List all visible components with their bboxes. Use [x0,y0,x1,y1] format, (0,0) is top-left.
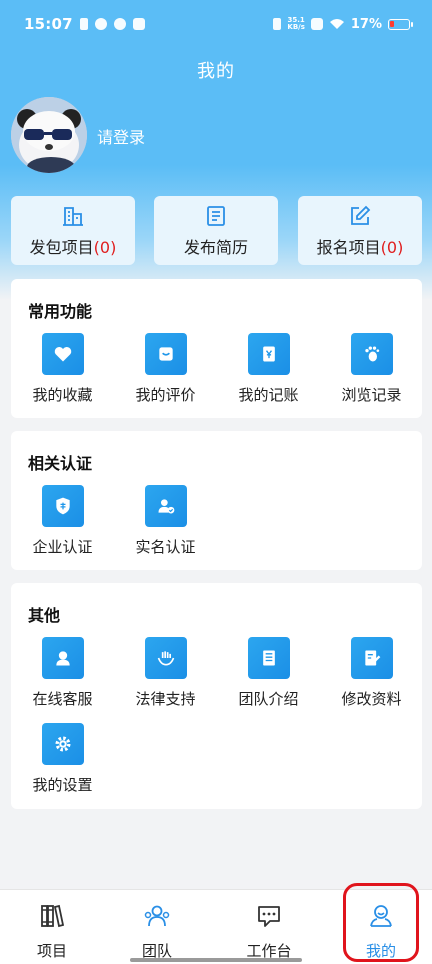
tile-label: 实名认证 [135,538,196,556]
active-tab-highlight [343,883,419,962]
legal-support-icon [144,637,187,679]
status-right: 35.1 KB/s 17% [273,16,413,32]
heart-icon [41,333,84,375]
tile-reviews[interactable]: 我的评价 [114,333,217,413]
nav-item-projects[interactable]: 项目 [12,902,92,961]
status-left: 15:07 [24,15,145,33]
quick-action-text: 发布简历 [183,237,248,257]
status-time: 15:07 [24,15,73,33]
network-speed: 35.1 KB/s [287,17,304,31]
ledger-icon [247,333,290,375]
battery-icon [388,18,413,30]
quick-action-count: (0) [380,237,404,257]
tile-label: 我的记账 [238,386,299,404]
nav-label: 项目 [36,942,67,960]
network-speed-unit: KB/s [287,23,305,31]
section-title: 其他 [28,606,61,625]
tile-bookkeeping[interactable]: 我的记账 [217,333,320,413]
tile-label: 团队介绍 [238,690,299,708]
quick-action-count: (0) [93,237,117,257]
wifi-icon [329,19,344,29]
no-sim-icon [310,18,323,30]
chat-bubble-icon [258,906,280,927]
tile-label: 法律支持 [135,690,196,708]
settings-gear-icon [41,723,84,765]
tile-label: 我的收藏 [32,386,93,404]
enterprise-shield-icon [41,485,84,527]
user-verified-icon [144,485,187,527]
books-icon [41,904,65,928]
edit-icon [351,205,371,225]
quick-action-label: 报名项目(0) [317,234,404,258]
battery-percent: 17% [350,16,382,32]
quick-action-label: 发包项目(0) [30,234,117,258]
login-link[interactable]: 请登录 [97,124,145,148]
quick-action-text: 报名项目 [316,237,381,257]
footprint-icon [350,333,393,375]
tile-label: 我的评价 [135,386,196,404]
nav-item-workbench[interactable]: 工作台 [229,902,309,961]
section-certification: 相关认证 企业认证 实名认证 [11,431,422,570]
tile-label: 企业认证 [32,538,93,556]
avatar[interactable] [11,97,87,173]
section-other: 其他 在线客服 法律支持 团队介绍 修改资料 我的设置 [11,583,422,809]
tiktok-icon [132,18,145,30]
section-title: 相关认证 [28,454,93,473]
tile-edit-profile[interactable]: 修改资料 [320,637,423,717]
building-icon [63,206,83,226]
tile-label: 修改资料 [341,690,402,708]
app-notification-icon [94,18,107,30]
sim-card-icon [79,18,88,30]
team-icon [144,905,170,927]
vibrate-icon [273,18,282,30]
tile-label: 浏览记录 [341,386,402,404]
status-bar: 15:07 35.1 KB/s 17% [0,0,432,48]
resume-icon [207,205,225,226]
tile-my-settings[interactable]: 我的设置 [11,723,114,803]
edit-profile-icon [350,637,393,679]
quick-action-text: 发包项目 [29,237,94,257]
tile-enterprise-certification[interactable]: 企业认证 [11,485,114,565]
weibo-icon [113,18,126,30]
tile-realname-certification[interactable]: 实名认证 [114,485,217,565]
section-common-functions: 常用功能 我的收藏 我的评价 我的记账 浏览记录 [11,279,422,418]
page-title: 我的 [197,61,235,82]
quick-action-post-resume[interactable]: 发布简历 [154,196,278,265]
section-title: 常用功能 [28,302,93,321]
quick-action-signup-project[interactable]: 报名项目(0) [298,196,422,265]
customer-service-icon [41,637,84,679]
tile-legal-support[interactable]: 法律支持 [114,637,217,717]
tile-label: 我的设置 [32,776,93,794]
quick-action-label: 发布简历 [184,234,248,258]
tile-favorites[interactable]: 我的收藏 [11,333,114,413]
nav-item-team[interactable]: 团队 [117,902,197,961]
panda-avatar-icon [11,97,87,173]
tile-team-introduction[interactable]: 团队介绍 [217,637,320,717]
review-icon [144,333,187,375]
team-intro-icon [247,637,290,679]
tile-online-service[interactable]: 在线客服 [11,637,114,717]
tile-label: 在线客服 [32,690,93,708]
tile-browse-history[interactable]: 浏览记录 [320,333,423,413]
home-indicator[interactable] [130,958,302,962]
quick-action-post-project[interactable]: 发包项目(0) [11,196,135,265]
